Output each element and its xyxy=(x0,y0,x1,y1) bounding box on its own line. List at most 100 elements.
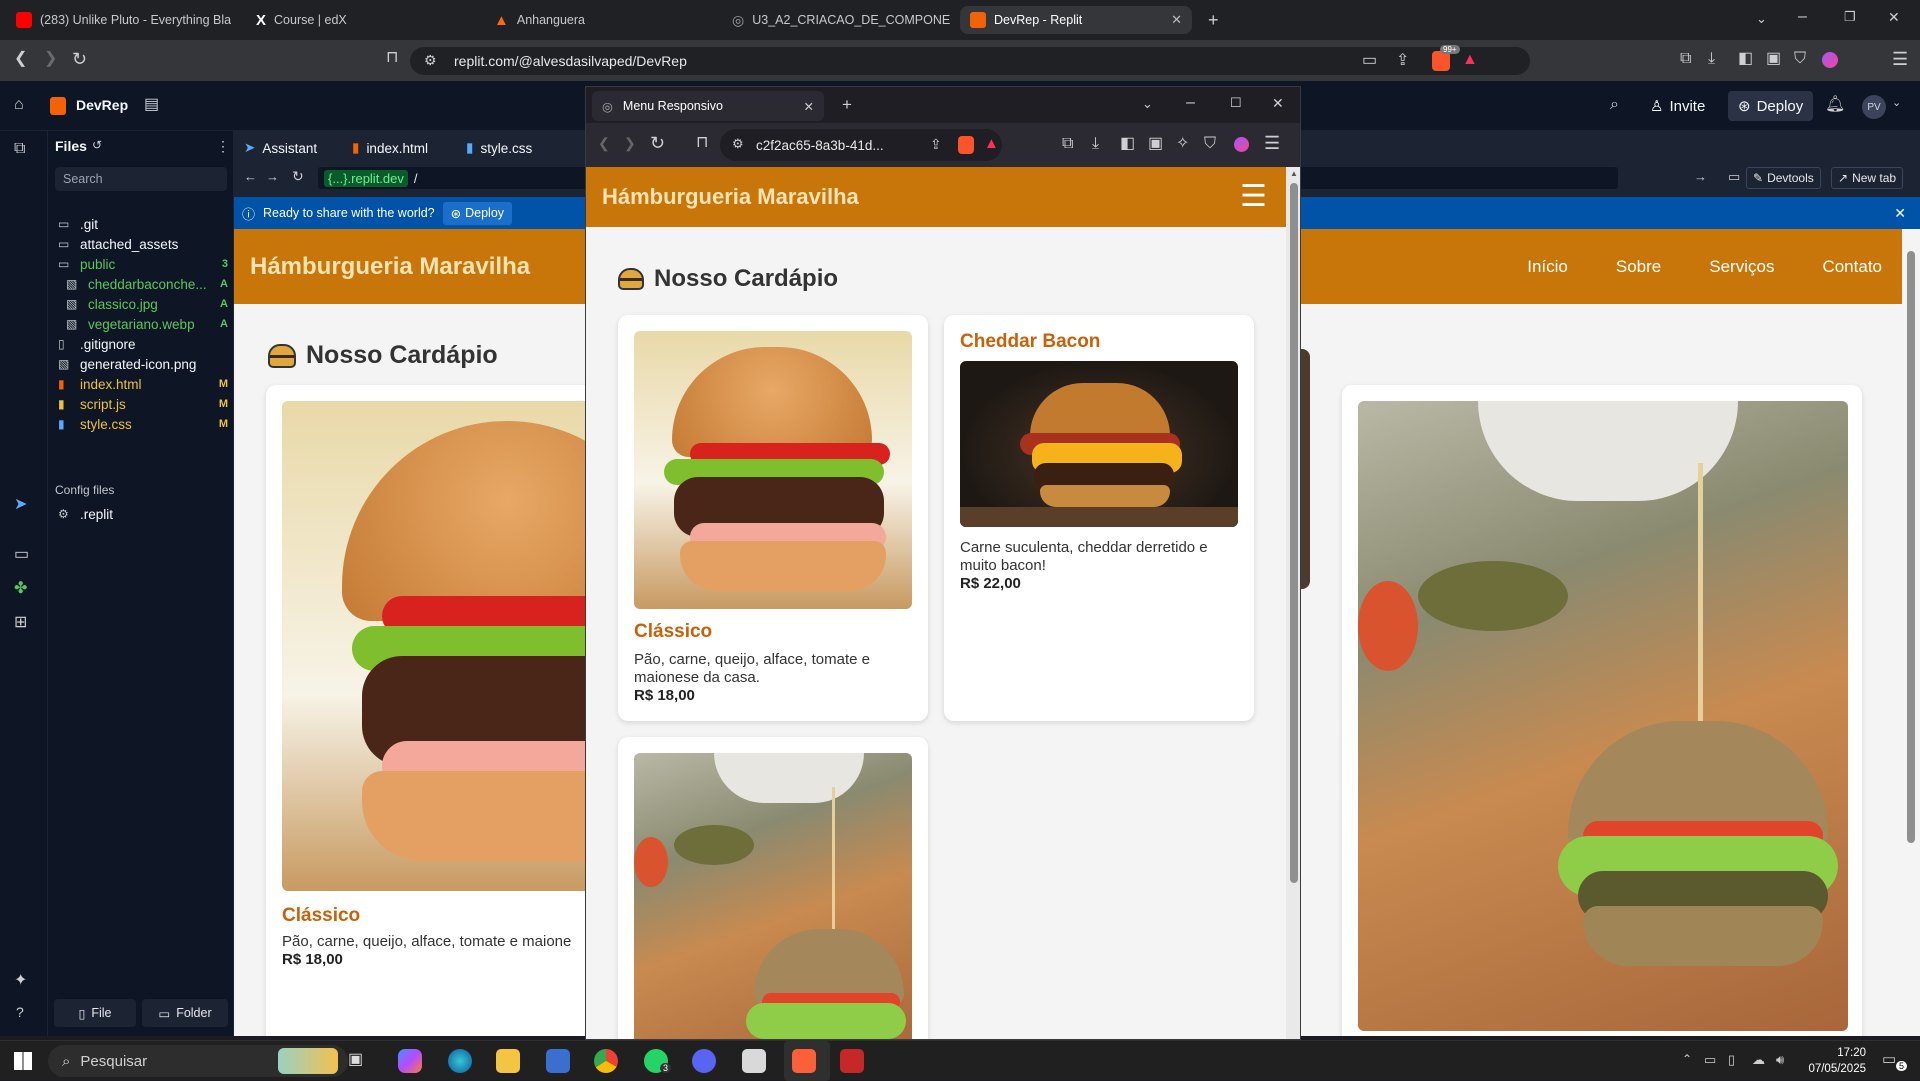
avatar[interactable]: PV xyxy=(1862,95,1886,119)
file-item[interactable]: ▧ cheddarbaconche... A xyxy=(66,273,228,295)
tab-edx[interactable]: X Course | edX xyxy=(246,6,476,34)
clock[interactable]: 17:20 07/05/2025 xyxy=(1800,1045,1866,1077)
back-icon[interactable]: ❮ xyxy=(598,136,610,150)
file-explorer-icon[interactable] xyxy=(496,1049,520,1073)
tab-list-chevron-icon[interactable]: ⌄ xyxy=(1142,97,1153,110)
forward-icon[interactable]: ❯ xyxy=(44,51,57,67)
minimize-icon[interactable]: – xyxy=(1186,95,1195,111)
close-tab-icon[interactable]: ✕ xyxy=(804,99,814,114)
minimize-icon[interactable]: – xyxy=(1798,9,1807,25)
back-icon[interactable]: ❮ xyxy=(14,51,27,67)
files-tool-icon[interactable]: ⧉ xyxy=(14,141,25,157)
file-item[interactable]: ▮ style.css M xyxy=(58,413,228,435)
close-banner-icon[interactable]: ✕ xyxy=(1894,205,1906,222)
webview-forward-icon[interactable]: → xyxy=(266,170,279,183)
git-icon[interactable]: ✤ xyxy=(14,581,27,597)
hamburger-menu-icon[interactable]: ☰ xyxy=(1240,182,1267,212)
device-icon[interactable]: ▭ xyxy=(1728,170,1740,183)
leo-icon[interactable]: ✧ xyxy=(1176,136,1189,152)
volume-icon[interactable]: 🔊︎ xyxy=(1776,1053,1784,1066)
address-bar[interactable]: ⚙ replit.com/@alvesdasilvaped/DevRep ▭ ⇪… xyxy=(410,45,1530,75)
taskbar-search[interactable]: ⌕ Pesquisar xyxy=(48,1045,348,1077)
file-item[interactable]: ▭ .git xyxy=(58,213,228,235)
tab-list-chevron-icon[interactable]: ⌄ xyxy=(1756,12,1767,25)
app-icon[interactable] xyxy=(742,1049,766,1073)
sidebar-icon[interactable]: ◧ xyxy=(1738,51,1753,67)
reload-icon[interactable]: ↻ xyxy=(72,50,87,68)
tab-style-css[interactable]: ▮ style.css xyxy=(466,135,532,161)
tab-u3a2[interactable]: ◎ U3_A2_CRIACAO_DE_COMPONENTES xyxy=(722,6,950,34)
onedrive-icon[interactable]: ☁ xyxy=(1752,1053,1765,1066)
brave-shield-icon[interactable] xyxy=(1432,51,1450,71)
menu-icon[interactable]: ☰ xyxy=(1892,50,1908,68)
forward-icon[interactable]: ❯ xyxy=(624,136,636,150)
task-view-icon[interactable]: ▣ xyxy=(348,1049,372,1073)
webview-reload-icon[interactable]: ↻ xyxy=(292,169,304,183)
file-item[interactable]: ▧ generated-icon.png xyxy=(58,353,228,375)
close-window-icon[interactable]: ✕ xyxy=(1272,96,1284,110)
sparkle-icon[interactable]: ✦ xyxy=(14,973,27,989)
new-folder-button[interactable]: ▭ Folder xyxy=(142,999,228,1027)
brave-rewards-icon[interactable]: ▲ xyxy=(1462,51,1478,69)
share-icon[interactable]: ⇪ xyxy=(930,137,942,151)
project-menu-icon[interactable]: ▤ xyxy=(144,97,159,113)
sidebar-icon[interactable]: ◧ xyxy=(1120,136,1135,152)
tab-anhanguera[interactable]: ▲ Anhanguera xyxy=(484,6,714,34)
agent-icon[interactable]: ➤ xyxy=(14,497,27,513)
scrollbar-thumb[interactable] xyxy=(1290,183,1298,883)
file-item[interactable]: ▧ vegetariano.webp A xyxy=(66,313,228,335)
site-info-icon[interactable]: ⚙ xyxy=(732,137,744,150)
webview-scrollbar[interactable] xyxy=(1902,229,1920,1036)
file-item[interactable]: ▭ public 3 xyxy=(58,253,228,275)
tab-youtube[interactable]: (283) Unlike Pluto - Everything Black xyxy=(6,6,231,34)
maximize-icon[interactable]: ☐ xyxy=(1230,96,1242,109)
file-item[interactable]: ▧ classico.jpg A xyxy=(66,293,228,315)
devtools-button[interactable]: ✎ Devtools xyxy=(1746,167,1821,189)
deploy-button[interactable]: ⊛ Deploy xyxy=(1728,91,1814,121)
site-info-icon[interactable]: ⚙ xyxy=(424,53,437,67)
home-icon[interactable]: ⌂ xyxy=(14,97,24,113)
wallet-icon[interactable]: ▣ xyxy=(1148,136,1163,152)
wallet-icon[interactable]: ▣ xyxy=(1766,51,1781,67)
bookmark-icon[interactable]: ⊓ xyxy=(386,50,398,66)
brave-shield-icon[interactable] xyxy=(958,136,974,154)
popup-scrollbar[interactable]: ▲ xyxy=(1286,167,1300,1039)
copilot-icon[interactable] xyxy=(398,1049,422,1073)
chevron-down-icon[interactable]: ⌄ xyxy=(1892,98,1901,109)
help-icon[interactable]: ? xyxy=(16,1005,24,1019)
new-file-button[interactable]: ▯ File xyxy=(54,999,136,1027)
windows-start-icon[interactable] xyxy=(14,1052,32,1070)
search-icon[interactable]: ⌕ xyxy=(1610,97,1619,113)
tab-index-html[interactable]: ▮ index.html xyxy=(352,135,428,161)
nav-contato[interactable]: Contato xyxy=(1822,257,1882,277)
notifications-icon[interactable]: 🔔︎ xyxy=(1825,97,1845,113)
brave-rewards-icon[interactable]: ▲ xyxy=(984,135,999,152)
extensions-icon[interactable]: ⧉ xyxy=(1062,136,1073,152)
leo-ai-icon[interactable] xyxy=(1234,137,1249,152)
vpn-icon[interactable]: ⛉ xyxy=(1794,51,1806,67)
close-window-icon[interactable]: ✕ xyxy=(1888,10,1900,24)
cast-icon[interactable]: ▭ xyxy=(1362,53,1377,69)
bookmark-icon[interactable]: ⊓ xyxy=(696,135,708,151)
scrollbar-thumb[interactable] xyxy=(1907,251,1915,843)
file-item[interactable]: ▮ script.js M xyxy=(58,393,228,415)
nav-servicos[interactable]: Serviços xyxy=(1709,257,1774,277)
all-tools-icon[interactable]: ⊞ xyxy=(14,615,27,631)
share-icon[interactable]: ⇪ xyxy=(1396,53,1409,69)
meet-icon[interactable]: ▯ xyxy=(1728,1053,1735,1066)
new-tab-button[interactable]: ↗ New tab xyxy=(1831,167,1904,189)
tray-app-icon[interactable]: ▭ xyxy=(1704,1053,1716,1066)
banner-deploy-button[interactable]: ⊛ Deploy xyxy=(442,201,513,225)
new-tab-icon[interactable]: + xyxy=(842,96,852,113)
tab-devrep-replit[interactable]: DevRep - Replit ✕ xyxy=(960,6,1192,34)
nav-sobre[interactable]: Sobre xyxy=(1616,257,1661,277)
file-item[interactable]: ▮ index.html M xyxy=(58,373,228,395)
search-input[interactable]: Search xyxy=(55,167,227,191)
extensions-icon[interactable]: ⧉ xyxy=(1680,51,1691,67)
project-name[interactable]: DevRep xyxy=(76,97,128,113)
new-tab-icon[interactable]: + xyxy=(1208,11,1219,29)
invite-button[interactable]: ♙ Invite xyxy=(1640,91,1715,121)
close-tab-icon[interactable]: ✕ xyxy=(1171,12,1182,28)
file-item[interactable]: ▯ .gitignore xyxy=(58,333,228,355)
discord-icon[interactable] xyxy=(692,1049,716,1073)
